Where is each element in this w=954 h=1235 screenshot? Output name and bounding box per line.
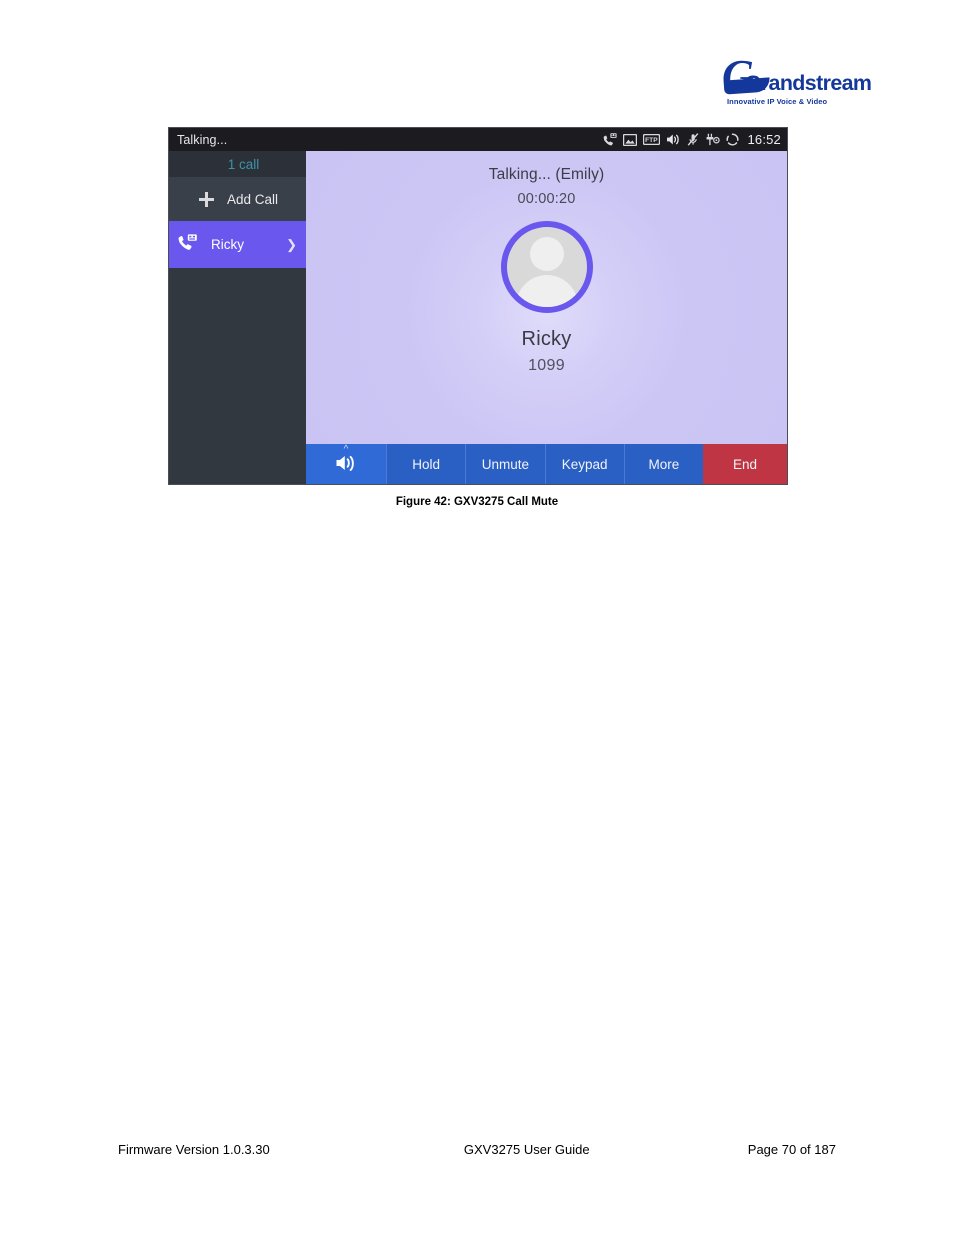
end-call-button[interactable]: End <box>703 444 787 484</box>
status-bar-clock: 16:52 <box>747 132 781 147</box>
plus-icon <box>199 191 214 207</box>
phone-body: 1 call Add Call Ricky ❯ Talking... (Emil… <box>169 151 787 484</box>
speaker-toggle-button[interactable]: ^ <box>306 444 386 484</box>
figure-caption: Figure 42: GXV3275 Call Mute <box>395 496 559 508</box>
avatar-head-shape <box>529 237 564 271</box>
add-call-label: Add Call <box>227 191 279 207</box>
keypad-button[interactable]: Keypad <box>544 444 624 484</box>
phone-screen: Talking... FTP 16:52 1 call Add Call Ric… <box>168 127 788 485</box>
mic-muted-icon <box>687 133 699 146</box>
phone-screenshot-figure: Talking... FTP 16:52 1 call Add Call Ric… <box>168 127 788 485</box>
image-icon <box>623 133 638 146</box>
more-button[interactable]: More <box>623 444 703 484</box>
active-call-icon <box>178 233 198 256</box>
footer-page-number: Page 70 of 187 <box>747 1142 836 1157</box>
call-count-label: 1 call <box>169 151 306 177</box>
page-footer: Firmware Version 1.0.3.30 GXV3275 User G… <box>118 1142 836 1157</box>
unmute-button[interactable]: Unmute <box>465 444 545 484</box>
status-bar: Talking... FTP 16:52 <box>169 128 787 151</box>
avatar-body-shape <box>515 275 578 307</box>
status-bar-icons: FTP 16:52 <box>603 132 781 147</box>
footer-document-title: GXV3275 User Guide <box>463 1142 590 1157</box>
logo-brand-name: Grandstream <box>744 72 872 95</box>
chevron-right-icon: ❯ <box>286 237 297 252</box>
add-call-button[interactable]: Add Call <box>169 177 306 221</box>
ftp-icon: FTP <box>643 134 661 145</box>
status-bar-title: Talking... <box>177 132 228 147</box>
call-sidebar: 1 call Add Call Ricky ❯ <box>169 151 306 484</box>
grandstream-logo: G Grandstream Innovative IP Voice & Vide… <box>722 52 872 107</box>
speaker-icon <box>335 454 357 475</box>
hold-button[interactable]: Hold <box>386 444 466 484</box>
call-duration-timer: 00:00:20 <box>517 191 576 207</box>
chevron-up-icon: ^ <box>343 444 349 455</box>
svg-text:FTP: FTP <box>646 137 659 144</box>
logo-wordmark: G Grandstream <box>722 52 872 98</box>
sidebar-empty-space <box>169 268 306 484</box>
footer-firmware-version: Firmware Version 1.0.3.30 <box>118 1142 270 1157</box>
active-call-panel: Talking... (Emily) 00:00:20 Ricky 1099 ^ <box>306 151 787 484</box>
sidebar-call-name: Ricky <box>211 237 244 252</box>
contact-name: Ricky <box>521 328 572 350</box>
call-action-bar: ^ Hold Unmute Keypad More End <box>306 444 787 484</box>
call-status-text: Talking... (Emily) <box>488 166 605 183</box>
sync-icon <box>726 133 739 146</box>
speaker-icon <box>666 133 681 146</box>
headset-icon <box>705 133 721 146</box>
sidebar-call-item-ricky[interactable]: Ricky ❯ <box>169 221 306 268</box>
contact-number: 1099 <box>528 357 565 374</box>
missed-call-icon <box>603 133 618 146</box>
contact-avatar <box>500 221 593 313</box>
